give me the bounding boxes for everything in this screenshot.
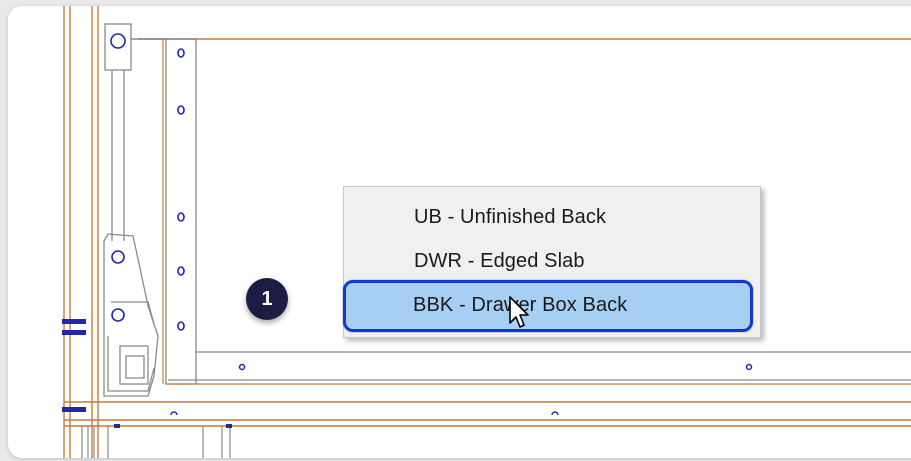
cabinet-bottom-lines <box>64 401 911 427</box>
menu-item-label: UB - Unfinished Back <box>414 206 607 228</box>
menu-item-edged-slab[interactable]: DWR - Edged Slab <box>344 241 760 281</box>
menu-item-label: DWR - Edged Slab <box>414 250 585 272</box>
menu-item-drawer-box-back[interactable]: BBK - Drawer Box Back <box>343 280 753 332</box>
drawer-side-panel <box>162 38 197 385</box>
drawer-runner-hardware <box>103 23 166 397</box>
mouse-pointer-icon <box>509 296 529 328</box>
context-menu: UB - Unfinished Back DWR - Edged Slab BB… <box>343 186 761 338</box>
step-number-badge: 1 <box>246 278 288 320</box>
side-panel-holes <box>177 48 185 331</box>
base-legs <box>81 426 231 458</box>
bottom-rail-holes <box>238 363 753 371</box>
runner-screw-holes <box>110 33 126 322</box>
cabinet-side-lines <box>63 6 99 458</box>
cabinet-bottom-holes <box>170 411 559 416</box>
runner-clips <box>62 319 86 412</box>
drawer-bottom-rail <box>168 351 911 385</box>
menu-item-unfinished-back[interactable]: UB - Unfinished Back <box>344 197 760 237</box>
